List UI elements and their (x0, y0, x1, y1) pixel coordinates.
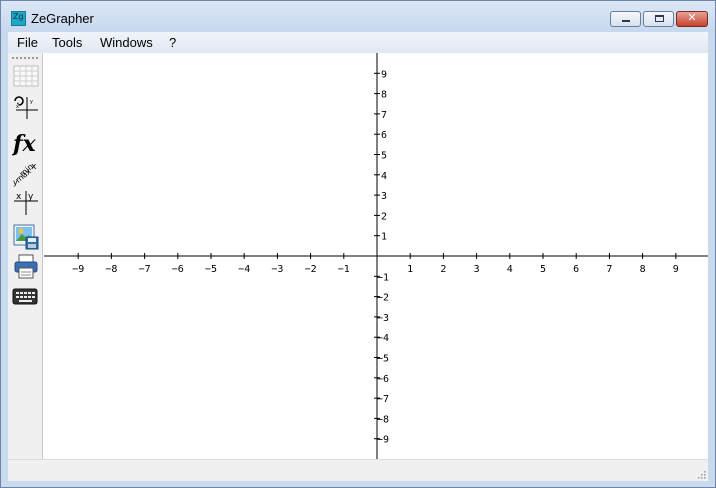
svg-text:fx: fx (12, 131, 36, 157)
values-table-button[interactable]: x y (12, 189, 40, 217)
x-tick-label: −5 (205, 264, 217, 275)
print-icon (14, 254, 38, 279)
minimize-icon (622, 20, 630, 22)
function-button[interactable]: fx (11, 129, 40, 157)
y-tick-label: −6 (377, 374, 389, 385)
y-tick-label: −8 (377, 414, 389, 425)
x-tick-label: −8 (105, 264, 117, 275)
app-logo-icon: Zg (11, 11, 26, 26)
function-fx-icon: fx (11, 131, 36, 157)
x-tick-label: −6 (172, 264, 184, 275)
grid-button[interactable] (12, 63, 40, 91)
y-tick-label: 2 (381, 211, 387, 222)
minimize-button[interactable] (610, 11, 641, 27)
export-image-button[interactable] (12, 223, 40, 251)
keyboard-button[interactable] (12, 283, 40, 311)
y-tick-label: −5 (377, 354, 389, 365)
y-tick-label: −9 (377, 435, 389, 446)
keyboard-icon (12, 288, 38, 305)
y-tick-label: 7 (381, 110, 387, 121)
print-button[interactable] (12, 253, 40, 281)
axis-settings-button[interactable]: y x (12, 93, 40, 121)
x-tick-label: 2 (440, 264, 446, 275)
y-tick-label: 3 (381, 191, 387, 202)
svg-text:y: y (30, 99, 33, 105)
x-tick-label: −9 (72, 264, 84, 275)
axis-settings-icon: y x (14, 96, 38, 119)
menu-help[interactable]: ? (169, 35, 176, 50)
x-tick-label: 7 (606, 264, 612, 275)
y-tick-label: 4 (381, 171, 387, 182)
y-tick-label: 5 (381, 151, 387, 162)
svg-text:y: y (13, 178, 18, 187)
toolbar-grip[interactable] (12, 57, 39, 59)
window-title: ZeGrapher (31, 11, 94, 26)
y-tick-label: 9 (381, 69, 387, 80)
y-tick-label: −3 (377, 313, 389, 324)
resize-grip-icon[interactable] (696, 469, 706, 479)
range-button[interactable]: x min max y (12, 159, 40, 187)
x-tick-label: −1 (338, 264, 350, 275)
x-tick-label: −2 (305, 264, 317, 275)
y-tick-label: −2 (377, 293, 389, 304)
title-bar[interactable]: Zg ZeGrapher ✕ (1, 1, 715, 33)
range-min-max-icon: x min max y (13, 162, 37, 187)
main-area: y x fx x min max y x y −9 −8 −7 −6 −5 −4… (8, 53, 708, 459)
status-bar (8, 459, 708, 481)
y-tick-label: −7 (377, 394, 389, 405)
svg-text:x: x (16, 104, 19, 110)
menu-tools[interactable]: Tools (52, 35, 82, 50)
y-tick-label: 8 (381, 90, 387, 101)
maximize-button[interactable] (643, 11, 674, 27)
y-tick-label: 1 (381, 232, 387, 243)
left-toolbar: y x fx x min max y x y (8, 53, 43, 459)
app-window: Zg ZeGrapher ✕ File Tools Windows ? y x … (0, 0, 716, 488)
menu-windows[interactable]: Windows (100, 35, 153, 50)
export-image-icon (13, 224, 39, 250)
x-tick-label: 1 (407, 264, 413, 275)
x-tick-label: 4 (507, 264, 513, 275)
close-button[interactable]: ✕ (676, 11, 708, 27)
x-tick-label: 9 (673, 264, 679, 275)
menu-file[interactable]: File (17, 35, 38, 50)
maximize-icon (655, 15, 664, 22)
grid-icon (13, 65, 39, 87)
xy-table-icon: x y (14, 191, 38, 215)
x-tick-label: 6 (573, 264, 579, 275)
close-icon: ✕ (687, 11, 697, 24)
menu-bar: File Tools Windows ? (8, 32, 708, 53)
x-tick-label: −4 (238, 264, 250, 275)
x-tick-label: 8 (640, 264, 646, 275)
x-tick-label: 5 (540, 264, 546, 275)
y-tick-label: −4 (377, 333, 389, 344)
x-tick-label: −3 (271, 264, 283, 275)
graph-canvas[interactable]: −9 −8 −7 −6 −5 −4 −3 −2 −1 1 2 3 4 5 6 7 8 9 9 8 7 6 5 4 3 2 1 −1 −2… (44, 53, 708, 459)
x-tick-label: 3 (474, 264, 480, 275)
y-tick-label: −1 (377, 272, 389, 283)
y-tick-label: 6 (381, 130, 387, 141)
x-tick-label: −7 (139, 264, 151, 275)
